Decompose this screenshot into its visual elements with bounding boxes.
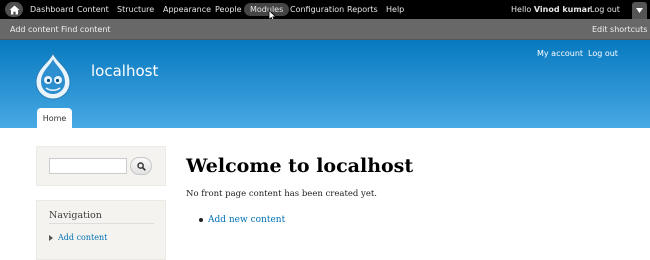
navigation-title: Navigation xyxy=(49,210,102,221)
bullet-icon xyxy=(199,218,203,222)
shortcuts-bar: Add content Find content Edit shortcuts xyxy=(0,19,650,40)
toolbar-item-people[interactable]: People xyxy=(209,3,248,16)
header-logout-link[interactable]: Log out xyxy=(588,48,618,59)
shortcut-add-content[interactable]: Add content xyxy=(10,24,59,35)
toolbar-item-reports[interactable]: Reports xyxy=(341,3,384,16)
home-button[interactable] xyxy=(5,2,23,17)
site-name-link[interactable]: localhost xyxy=(91,61,158,81)
shortcuts-drawer-toggle[interactable] xyxy=(632,2,647,19)
site-header: localhost My account Log out Home xyxy=(0,40,650,128)
empty-content-message: No front page content has been created y… xyxy=(186,189,377,199)
navigation-item-label: Add content xyxy=(58,233,108,242)
toolbar-item-structure[interactable]: Structure xyxy=(111,3,160,16)
navigation-divider xyxy=(49,223,154,224)
toolbar-item-content[interactable]: Content xyxy=(71,3,115,16)
user-name-link[interactable]: Vinod kumar xyxy=(534,5,591,14)
user-greeting: Hello Vinod kumar xyxy=(511,3,591,16)
drupal-logo-icon[interactable] xyxy=(34,52,72,100)
triangle-bullet-icon xyxy=(49,234,53,241)
search-button[interactable] xyxy=(130,157,152,175)
list-item: Add new content xyxy=(199,214,285,226)
toolbar-item-modules[interactable]: Modules xyxy=(244,3,290,16)
shortcut-find-content[interactable]: Find content xyxy=(61,24,111,35)
search-icon xyxy=(136,161,146,171)
edit-shortcuts-link[interactable]: Edit shortcuts xyxy=(592,24,647,35)
navigation-item-add-content[interactable]: Add content xyxy=(49,232,107,243)
navigation-block: Navigation Add content xyxy=(36,200,166,260)
page-title: Welcome to localhost xyxy=(186,155,414,177)
chevron-down-icon xyxy=(636,8,643,13)
tab-home-label: Home xyxy=(42,113,67,123)
toolbar-item-help[interactable]: Help xyxy=(380,3,410,16)
search-block xyxy=(36,146,166,186)
greeting-prefix: Hello xyxy=(511,5,532,14)
admin-toolbar: Dashboard Content Structure Appearance P… xyxy=(0,0,650,22)
tab-home[interactable]: Home xyxy=(37,108,72,128)
search-input[interactable] xyxy=(49,158,127,174)
add-new-content-link[interactable]: Add new content xyxy=(208,214,285,226)
my-account-link[interactable]: My account xyxy=(537,48,583,59)
home-icon xyxy=(9,5,19,14)
toolbar-logout-link[interactable]: Log out xyxy=(584,3,626,16)
